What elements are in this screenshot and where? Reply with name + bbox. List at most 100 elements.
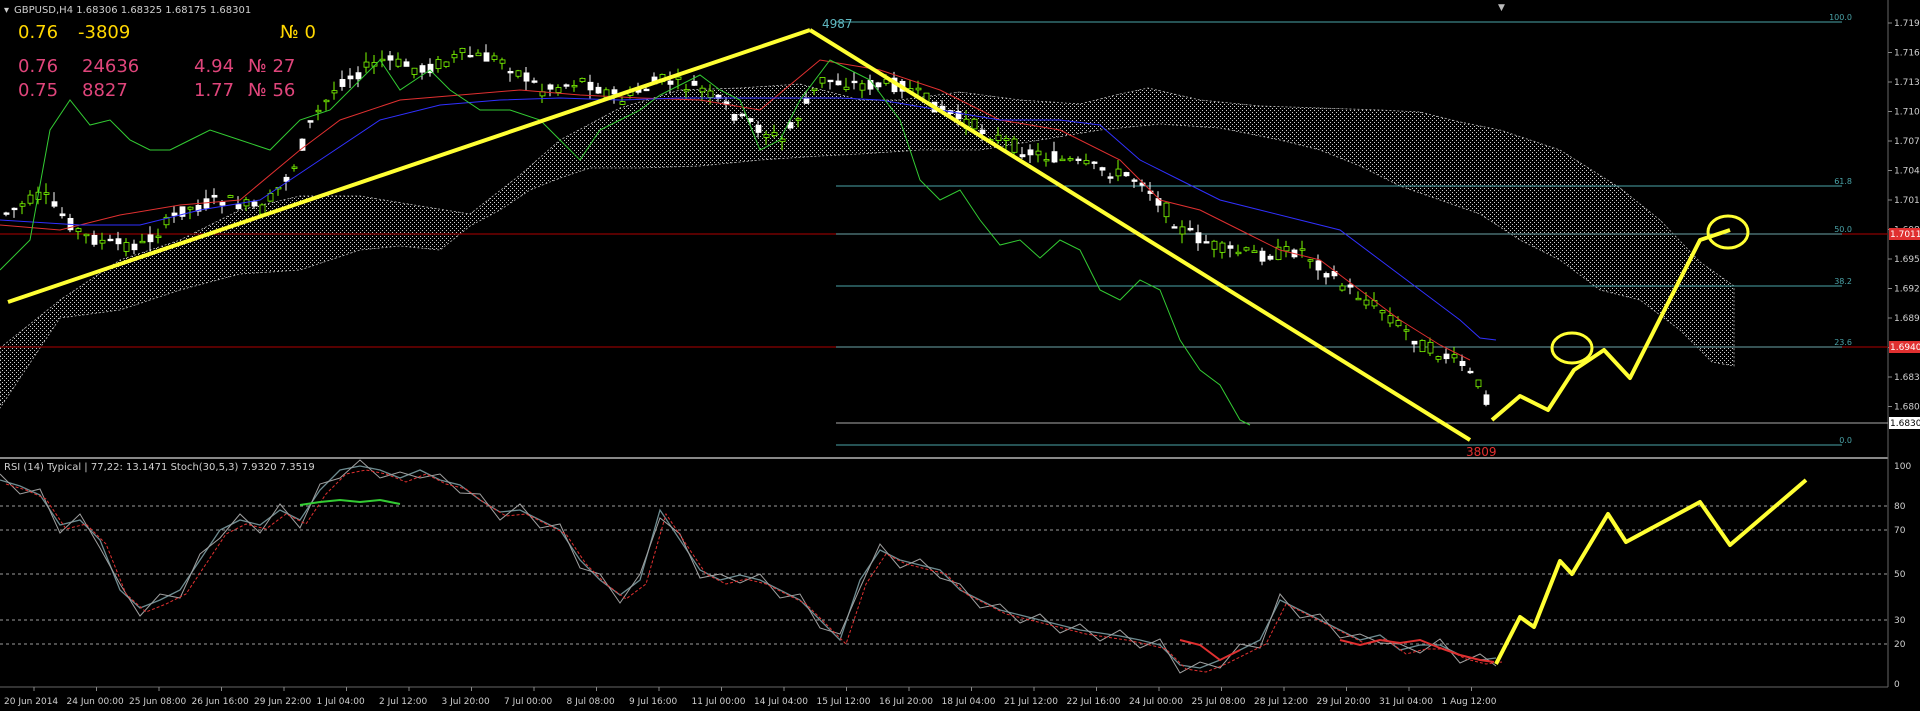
stat-value: 24636 [82, 56, 139, 77]
candle-body [579, 77, 586, 82]
candle-body [123, 242, 130, 252]
rsi-axis-label: 100 [1894, 462, 1911, 472]
scroll-marker-icon[interactable]: ▼ [1498, 3, 1505, 13]
rsi-axis-label: 80 [1894, 502, 1906, 512]
candle-body [851, 80, 858, 84]
candle-body [227, 195, 234, 198]
rsi-axis-label: 50 [1894, 570, 1906, 580]
candle-body [819, 77, 826, 84]
fib-level-label: 61.8 [1834, 177, 1852, 186]
candle-body [875, 82, 882, 88]
candle-body [1483, 394, 1490, 405]
time-label: 11 Jul 00:00 [692, 697, 746, 707]
fib-level-label: 23.6 [1834, 338, 1852, 347]
candle-body [1435, 356, 1442, 360]
candle-body [755, 124, 762, 133]
time-label: 29 Jun 22:00 [254, 697, 311, 707]
price-label: 1.71340 [1894, 78, 1920, 88]
candle-body [619, 101, 626, 105]
candle-body [643, 88, 650, 92]
candle-body [1219, 242, 1226, 253]
candle-body [1027, 149, 1034, 156]
fib-level-label: 38.2 [1834, 277, 1852, 286]
time-label: 1 Jul 04:00 [317, 697, 366, 707]
time-label: 22 Jul 16:00 [1067, 697, 1121, 707]
candle-body [1411, 340, 1418, 345]
price-label: 1.70735 [1894, 137, 1920, 147]
candle-body [1323, 273, 1330, 278]
trough-label: 3809 [1466, 445, 1497, 459]
candle-body [499, 59, 506, 64]
time-label: 1 Aug 12:00 [1442, 697, 1497, 707]
candle-body [795, 118, 802, 121]
candle-body [3, 212, 10, 215]
candle-body [339, 79, 346, 87]
candle-body [1203, 241, 1210, 244]
candle-body [1243, 247, 1250, 251]
candle-body [811, 88, 818, 91]
candle-body [1107, 176, 1114, 179]
candle-body [611, 89, 618, 95]
candle-body [739, 113, 746, 117]
stat-value: 0.76 [18, 56, 58, 77]
symbol-info: GBPUSD,H4 1.68306 1.68325 1.68175 1.6830… [14, 5, 251, 16]
candle-body [1003, 138, 1010, 141]
candle-body [395, 58, 402, 67]
candle-body [1227, 245, 1234, 249]
candle-body [1395, 320, 1402, 327]
time-label: 26 Jun 16:00 [192, 697, 249, 707]
candle-body [331, 90, 338, 94]
price-tag-50-label: 1.70110 [1890, 230, 1920, 240]
candle-body [259, 204, 266, 215]
price-label: 1.68330 [1894, 373, 1920, 383]
time-label: 15 Jul 12:00 [817, 697, 871, 707]
stat-number: № 56 [248, 80, 295, 101]
price-label: 1.71940 [1894, 19, 1920, 29]
price-label: 1.69235 [1894, 285, 1920, 295]
time-label: 3 Jul 20:00 [442, 697, 491, 707]
candle-body [587, 81, 594, 91]
time-label: 8 Jul 08:00 [567, 697, 616, 707]
candle-body [1051, 151, 1058, 163]
candle-body [187, 206, 194, 210]
time-label: 9 Jul 16:00 [629, 697, 678, 707]
candle-body [675, 76, 682, 80]
candle-body [1363, 299, 1370, 306]
candle-body [11, 207, 18, 211]
stat-value: 0.76 [18, 22, 58, 43]
candle-body [1195, 232, 1202, 244]
candle-body [803, 98, 810, 104]
candle-body [835, 80, 842, 86]
stat-value: 0.75 [18, 80, 58, 101]
candle-body [59, 213, 66, 217]
stat-number: № 27 [248, 56, 295, 77]
candle-body [323, 99, 330, 103]
candle-body [131, 243, 138, 251]
candle-body [1307, 259, 1314, 262]
candle-body [459, 47, 466, 54]
chart-window[interactable]: 100.0 61.8 50.0 38.2 23.6 0.0 1.71940 1.71640 1… [0, 0, 1920, 711]
symbol-arrow-icon[interactable]: ▾ [4, 5, 9, 16]
candle-body [1467, 370, 1474, 374]
candle-body [771, 132, 778, 136]
candle-body [355, 72, 362, 80]
rsi-axis-label: 20 [1894, 640, 1906, 650]
stat-value: 4.94 [194, 56, 234, 77]
price-label: 1.71035 [1894, 108, 1920, 118]
candle-body [507, 71, 514, 74]
chart-canvas[interactable]: 100.0 61.8 50.0 38.2 23.6 0.0 1.71940 1.71640 1… [0, 0, 1920, 711]
time-label: 31 Jul 04:00 [1379, 697, 1433, 707]
candle-body [219, 201, 226, 206]
candle-body [1299, 248, 1306, 251]
candle-body [1315, 260, 1322, 271]
candle-body [51, 201, 58, 207]
stat-value: -3809 [78, 22, 130, 43]
fib-level-label: 50.0 [1834, 225, 1852, 234]
candle-body [443, 61, 450, 67]
candle-body [1067, 158, 1074, 161]
candle-body [363, 61, 370, 68]
time-label: 29 Jul 20:00 [1317, 697, 1371, 707]
time-label: 28 Jul 12:00 [1254, 697, 1308, 707]
candle-body [915, 87, 922, 91]
candle-body [467, 54, 474, 58]
